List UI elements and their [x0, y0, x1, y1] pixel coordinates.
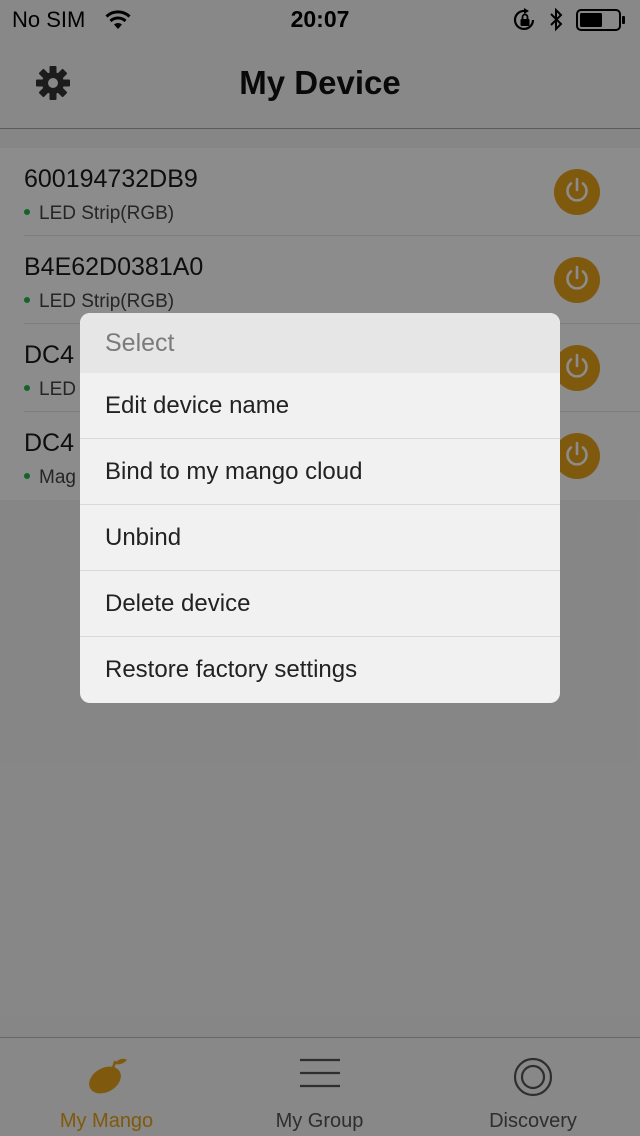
bind-cloud-option[interactable]: Bind to my mango cloud — [80, 439, 560, 505]
delete-device-option[interactable]: Delete device — [80, 571, 560, 637]
select-action-dialog: Select Edit device name Bind to my mango… — [80, 313, 560, 703]
edit-device-name-option[interactable]: Edit device name — [80, 373, 560, 439]
unbind-option[interactable]: Unbind — [80, 505, 560, 571]
restore-factory-option[interactable]: Restore factory settings — [80, 637, 560, 703]
dialog-title: Select — [80, 313, 560, 373]
